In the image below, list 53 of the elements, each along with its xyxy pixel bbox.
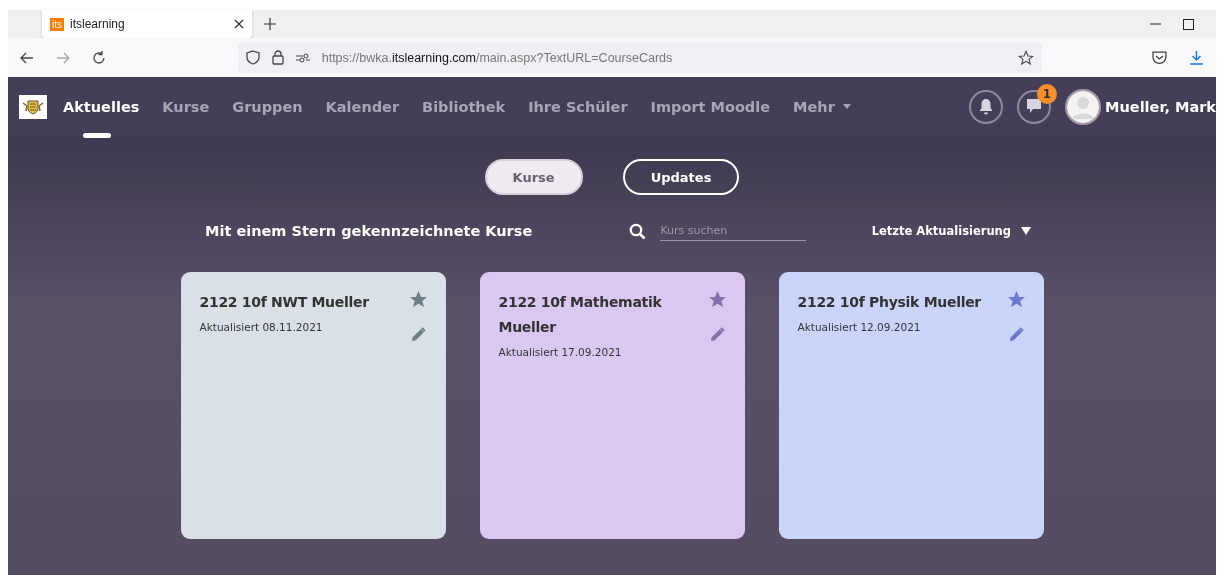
- course-card[interactable]: 2122 10f Mathematik Mueller Aktualisiert 17.09.2021: [479, 272, 745, 539]
- updated-date: Aktualisiert 12.09.2021: [797, 321, 922, 333]
- search-icon: [629, 222, 647, 240]
- view-toggle-button[interactable]: Updates: [622, 159, 740, 195]
- favicon-icon: its: [50, 17, 64, 31]
- avatar-icon[interactable]: [1065, 88, 1102, 125]
- browser-tab[interactable]: its itslearning: [42, 10, 252, 38]
- caret-icon: [1021, 227, 1031, 235]
- nav-item[interactable]: Kalender: [325, 77, 400, 136]
- user-name[interactable]: Mueller, Mark: [1105, 98, 1216, 115]
- logo-icon[interactable]: [19, 94, 47, 119]
- close-icon[interactable]: [234, 19, 244, 29]
- pencil-icon[interactable]: [410, 327, 426, 342]
- lock-icon: [271, 50, 284, 65]
- course-title[interactable]: 2122 10f Physik Mueller: [797, 290, 1000, 315]
- updated-date: Aktualisiert 17.09.2021: [498, 346, 623, 358]
- course-card[interactable]: 2122 10f NWT Mueller Aktualisiert 08.11.2021: [180, 272, 446, 539]
- course-title[interactable]: 2122 10f NWT Mueller: [199, 290, 402, 315]
- updated-date: Aktualisiert 08.11.2021: [199, 321, 324, 333]
- url-text: https://bwka.itslearning.com/main.aspx?TextURL=CourseCards: [321, 50, 673, 65]
- tab-title: itslearning: [70, 17, 126, 31]
- nav-item[interactable]: Bibliothek: [422, 77, 506, 136]
- star-icon[interactable]: [409, 291, 427, 308]
- pencil-icon[interactable]: [1008, 327, 1024, 342]
- address-bar[interactable]: https://bwka.itslearning.com/main.aspx?TextURL=CourseCards: [237, 42, 1043, 73]
- shield-icon: [245, 50, 260, 65]
- nav-item[interactable]: Kurse: [162, 77, 210, 136]
- sort-dropdown[interactable]: Letzte Aktualisierung: [871, 224, 1031, 238]
- course-card[interactable]: 2122 10f Physik Mueller Aktualisiert 12.09.2021: [778, 272, 1044, 539]
- back-icon[interactable]: [20, 51, 34, 64]
- permissions-icon: [295, 52, 310, 63]
- bell-icon: [978, 98, 995, 115]
- view-toggle-button[interactable]: Kurse: [484, 159, 583, 195]
- message-count-badge: 1: [1037, 83, 1058, 104]
- search-field[interactable]: Kurs suchen: [660, 221, 807, 241]
- nav-item[interactable]: Mehr: [793, 77, 851, 136]
- bookmark-star-icon[interactable]: [1018, 49, 1035, 66]
- notifications-button[interactable]: [969, 89, 1004, 124]
- nav-item[interactable]: Import Moodle: [650, 77, 771, 136]
- reload-icon[interactable]: [91, 50, 106, 65]
- download-icon[interactable]: [1189, 50, 1204, 65]
- chat-bubble-icon: [1025, 98, 1044, 115]
- course-title[interactable]: 2122 10f Mathematik Mueller: [498, 290, 701, 340]
- new-tab-icon[interactable]: [264, 18, 276, 30]
- star-icon[interactable]: [708, 291, 726, 308]
- pencil-icon[interactable]: [709, 327, 725, 342]
- maximize-icon[interactable]: [1183, 18, 1194, 30]
- nav-item[interactable]: Gruppen: [232, 77, 303, 136]
- star-icon[interactable]: [1007, 291, 1025, 308]
- nav-item[interactable]: Aktuelles: [63, 77, 140, 136]
- nav-item[interactable]: Ihre Schüler: [528, 77, 628, 136]
- section-title: Mit einem Stern gekennzeichnete Kurse: [205, 223, 534, 239]
- pocket-icon[interactable]: [1152, 50, 1168, 65]
